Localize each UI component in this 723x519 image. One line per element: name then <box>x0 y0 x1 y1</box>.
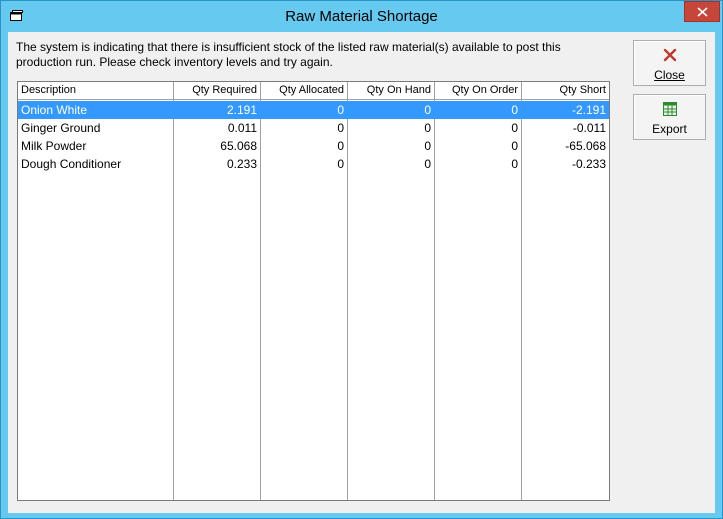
close-button[interactable]: Close <box>633 40 706 86</box>
cell-description: Ginger Ground <box>21 121 101 135</box>
table-row[interactable]: Ginger Ground 0.011 0 0 0 -0.011 <box>18 119 609 137</box>
dialog-window: Raw Material Shortage The system is indi… <box>0 0 723 519</box>
cell-qty-required: 0.233 <box>226 157 257 171</box>
spreadsheet-export-icon <box>662 101 678 117</box>
table-row[interactable]: Milk Powder 65.068 0 0 0 -65.068 <box>18 137 609 155</box>
close-icon <box>662 47 678 63</box>
title-bar[interactable]: Raw Material Shortage <box>1 1 722 32</box>
window-close-button[interactable] <box>684 1 720 22</box>
cell-qty-on-order: 0 <box>511 103 518 117</box>
cell-qty-short: -0.011 <box>572 121 606 135</box>
cell-qty-short: -0.233 <box>571 157 606 171</box>
shortage-message: The system is indicating that there is i… <box>16 40 561 69</box>
dialog-body: The system is indicating that there is i… <box>8 32 715 513</box>
export-button-label: Export <box>652 122 687 136</box>
column-header-qty-required[interactable]: Qty Required <box>174 82 261 100</box>
cell-qty-allocated: 0 <box>337 103 344 117</box>
cell-description: Onion White <box>21 103 88 117</box>
column-header-description[interactable]: Description <box>18 82 174 100</box>
cell-qty-short: -65.068 <box>565 139 606 153</box>
cell-qty-allocated: 0 <box>337 121 344 135</box>
cell-qty-short: -2.191 <box>571 103 606 117</box>
shortage-grid[interactable]: Description Qty Required Qty Allocated Q… <box>17 81 610 501</box>
close-icon <box>697 7 708 17</box>
column-header-qty-short[interactable]: Qty Short <box>522 82 609 100</box>
cell-qty-on-hand: 0 <box>424 157 431 171</box>
table-row[interactable]: Dough Conditioner 0.233 0 0 0 -0.233 <box>18 155 609 173</box>
cell-qty-on-order: 0 <box>511 139 518 153</box>
grid-header: Description Qty Required Qty Allocated Q… <box>18 82 609 100</box>
cell-qty-on-hand: 0 <box>424 139 431 153</box>
cell-qty-required: 65.068 <box>220 139 257 153</box>
cell-qty-on-order: 0 <box>511 157 518 171</box>
cell-qty-on-hand: 0 <box>424 103 431 117</box>
cell-qty-allocated: 0 <box>337 139 344 153</box>
cell-qty-on-order: 0 <box>511 121 518 135</box>
cell-description: Milk Powder <box>21 139 87 153</box>
cell-qty-on-hand: 0 <box>424 121 431 135</box>
column-header-qty-on-hand[interactable]: Qty On Hand <box>348 82 435 100</box>
table-row[interactable]: Onion White 2.191 0 0 0 -2.191 <box>18 101 609 119</box>
cell-qty-required: 2.191 <box>226 103 257 117</box>
column-header-qty-allocated[interactable]: Qty Allocated <box>261 82 348 100</box>
cell-qty-required: 0.011 <box>227 121 257 135</box>
window-title: Raw Material Shortage <box>285 8 438 25</box>
close-button-label: Close <box>654 68 685 82</box>
export-button[interactable]: Export <box>633 94 706 140</box>
column-header-qty-on-order[interactable]: Qty On Order <box>435 82 522 100</box>
cell-description: Dough Conditioner <box>21 157 122 171</box>
cell-qty-allocated: 0 <box>337 157 344 171</box>
